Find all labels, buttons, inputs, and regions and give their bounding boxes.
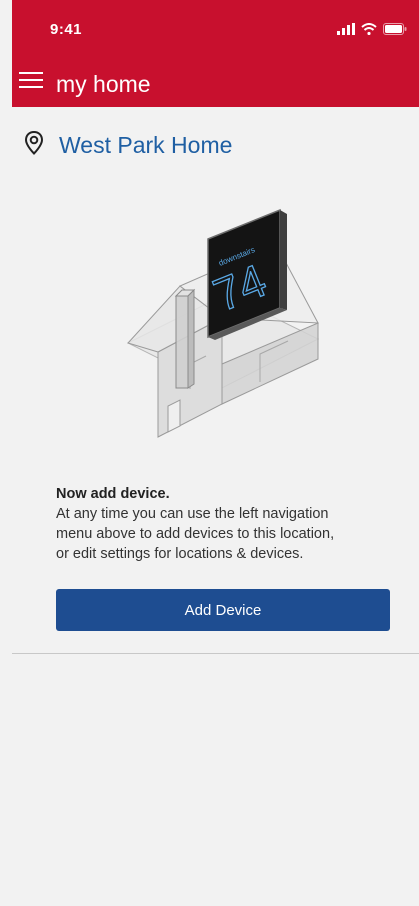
top-bar: 9:41 my home xyxy=(12,0,419,107)
message-title: Now add device. xyxy=(56,486,170,502)
message-body-line: At any time you can use the left navigat… xyxy=(56,506,329,522)
main-content: West Park Home downstairs 74 Now add dev… xyxy=(12,107,419,906)
location-pin-icon xyxy=(24,130,44,161)
location-name: West Park Home xyxy=(59,131,233,158)
app-title: my home xyxy=(56,71,151,97)
hamburger-menu-icon xyxy=(19,70,43,95)
status-bar: 9:41 xyxy=(12,0,419,56)
message-body-line: menu above to add devices to this locati… xyxy=(56,526,335,542)
app-bar: my home xyxy=(12,60,419,107)
house-thermostat-illustration: downstairs 74 xyxy=(110,204,338,454)
status-icons xyxy=(337,22,407,40)
add-device-message: Now add device. At any time you can use … xyxy=(56,484,396,564)
wifi-icon xyxy=(361,22,377,40)
section-divider xyxy=(12,653,419,654)
status-time: 9:41 xyxy=(50,21,83,38)
battery-icon xyxy=(383,22,407,40)
message-body-line: or edit settings for locations & devices… xyxy=(56,546,304,562)
location-row[interactable]: West Park Home xyxy=(24,129,232,161)
add-device-button[interactable]: Add Device xyxy=(56,589,390,631)
signal-icon xyxy=(337,22,355,40)
hamburger-menu-button[interactable] xyxy=(18,70,44,94)
